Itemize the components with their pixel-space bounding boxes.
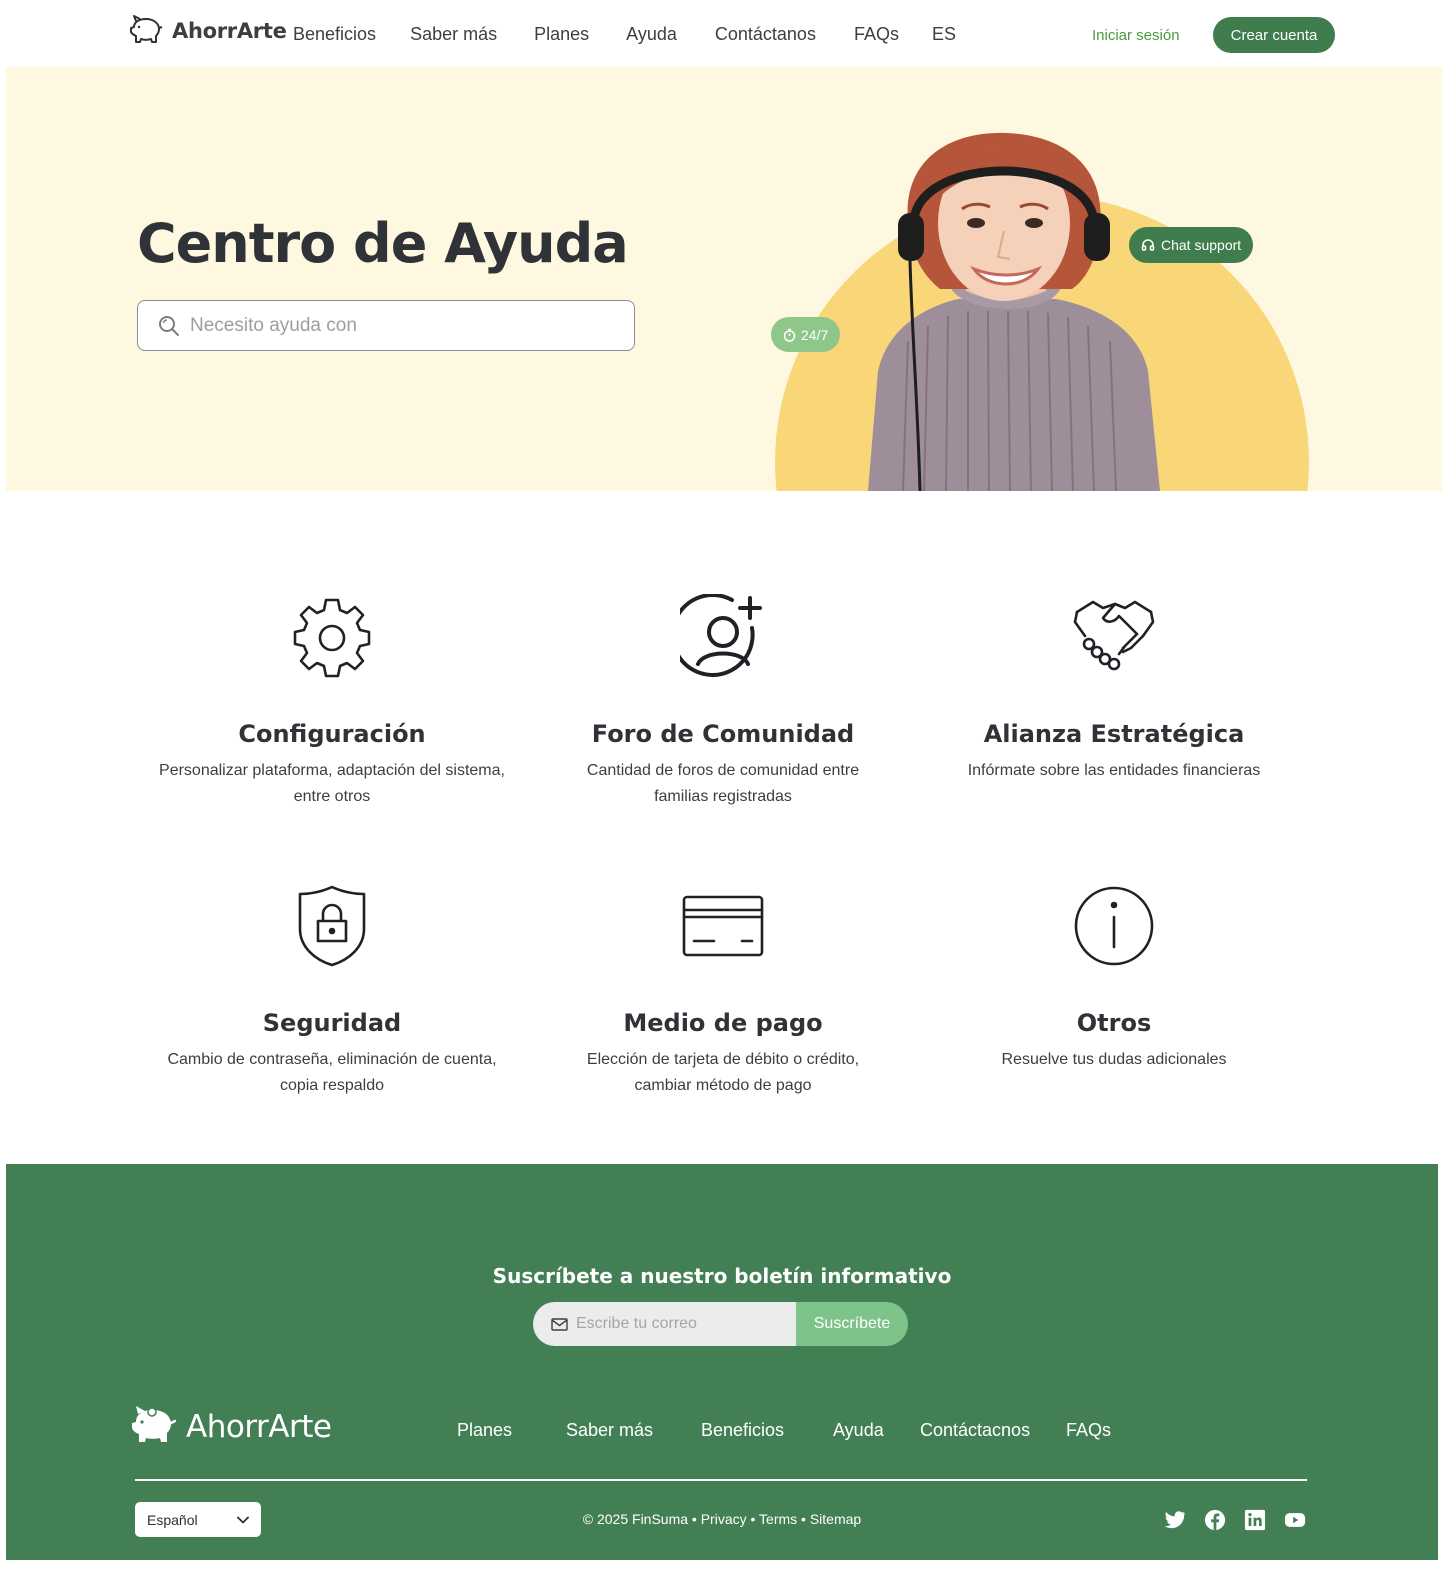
- facebook-icon[interactable]: [1204, 1509, 1226, 1531]
- brand-name: AhorrArte: [172, 19, 287, 43]
- hero-section: Centro de Ayuda Necesito ayuda con Chat …: [6, 67, 1442, 491]
- footer-link-beneficios[interactable]: Beneficios: [701, 1420, 784, 1441]
- footer-link-ayuda[interactable]: Ayuda: [833, 1420, 884, 1441]
- nav-link-faqs[interactable]: FAQs: [854, 24, 899, 45]
- category-title: Alianza Estratégica: [983, 720, 1245, 748]
- footer-link-contactanos[interactable]: Contáctacnos: [920, 1420, 1030, 1441]
- brand-logo[interactable]: AhorrArte: [128, 14, 287, 48]
- signup-button[interactable]: Crear cuenta: [1213, 17, 1335, 53]
- linkedin-icon[interactable]: [1244, 1509, 1266, 1531]
- chat-support-label: Chat support: [1161, 237, 1242, 253]
- newsletter-email-field[interactable]: [533, 1302, 796, 1346]
- category-title: Otros: [1076, 1009, 1152, 1037]
- footer-brand-name: AhorrArte: [186, 1409, 332, 1445]
- nav-link-saber-mas[interactable]: Saber más: [410, 24, 497, 45]
- footer-link-faqs[interactable]: FAQs: [1066, 1420, 1111, 1441]
- twitter-icon[interactable]: [1164, 1509, 1186, 1531]
- category-medio-pago[interactable]: Medio de pago Elección de tarjeta de déb…: [528, 883, 918, 1099]
- headset-icon: [1141, 239, 1155, 251]
- nav-link-contactanos[interactable]: Contáctanos: [715, 24, 816, 45]
- category-title: Seguridad: [262, 1009, 402, 1037]
- footer-link-saber-mas[interactable]: Saber más: [566, 1420, 653, 1441]
- footer: Suscríbete a nuestro boletín informativo…: [6, 1164, 1438, 1560]
- info-icon: [1074, 886, 1154, 966]
- category-description: Resuelve tus dudas adicionales: [1001, 1051, 1227, 1068]
- language-switch[interactable]: ES: [932, 24, 956, 45]
- youtube-icon[interactable]: [1284, 1509, 1306, 1531]
- category-seguridad[interactable]: Seguridad Cambio de contraseña, eliminac…: [137, 883, 527, 1099]
- chat-support-badge[interactable]: Chat support: [1129, 227, 1254, 263]
- footer-divider: [135, 1479, 1307, 1481]
- category-title: Configuración: [238, 720, 426, 748]
- main-nav: Beneficios Saber más Planes Ayuda Contác…: [293, 24, 956, 45]
- page: AhorrArte Beneficios Saber más Planes Ay…: [6, 0, 1442, 1573]
- stopwatch-icon: [783, 328, 796, 342]
- footer-brand[interactable]: AhorrArte: [128, 1404, 332, 1450]
- piggy-bank-icon: [130, 15, 163, 43]
- newsletter-title: Suscríbete a nuestro boletín informativo: [492, 1264, 952, 1288]
- category-foro-comunidad[interactable]: Foro de Comunidad Cantidad de foros de c…: [528, 594, 918, 810]
- mail-icon: [551, 1317, 568, 1331]
- newsletter-email-input[interactable]: [576, 1315, 786, 1333]
- category-alianza-estrategica[interactable]: Alianza Estratégica Infórmate sobre las …: [919, 594, 1309, 784]
- availability-label: 24/7: [801, 326, 829, 343]
- availability-badge: 24/7: [771, 317, 841, 352]
- user-add-icon: [680, 594, 762, 677]
- category-description: Cantidad de foros de comunidad entre fami…: [586, 762, 860, 805]
- category-description: Cambio de contraseña, eliminación de cue…: [167, 1051, 497, 1094]
- support-agent-image: [868, 132, 1160, 491]
- nav-link-ayuda[interactable]: Ayuda: [626, 24, 677, 45]
- login-link[interactable]: Iniciar sesión: [1092, 27, 1180, 44]
- search-input[interactable]: [190, 314, 610, 337]
- category-configuracion[interactable]: Configuración Personalizar plataforma, a…: [137, 594, 527, 810]
- gear-icon: [293, 598, 371, 678]
- help-search[interactable]: [137, 300, 635, 351]
- category-description: Infórmate sobre las entidades financiera…: [967, 762, 1261, 779]
- subscribe-button[interactable]: Suscríbete: [796, 1302, 908, 1346]
- category-title: Medio de pago: [623, 1009, 823, 1037]
- footer-link-planes[interactable]: Planes: [457, 1420, 512, 1441]
- shield-lock-icon: [298, 885, 366, 967]
- category-otros[interactable]: Otros Resuelve tus dudas adicionales: [919, 883, 1309, 1073]
- category-description: Elección de tarjeta de débito o crédito,…: [586, 1051, 860, 1094]
- top-navbar: AhorrArte Beneficios Saber más Planes Ay…: [6, 0, 1442, 67]
- newsletter-form: Suscríbete: [533, 1302, 908, 1346]
- handshake-icon: [1073, 600, 1155, 671]
- nav-link-beneficios[interactable]: Beneficios: [293, 24, 376, 45]
- category-description: Personalizar plataforma, adaptación del …: [159, 762, 505, 805]
- social-links: [1164, 1509, 1306, 1531]
- page-title: Centro de Ayuda: [137, 212, 629, 275]
- credit-card-icon: [682, 895, 764, 957]
- category-title: Foro de Comunidad: [591, 720, 855, 748]
- search-icon: [159, 315, 179, 336]
- nav-link-planes[interactable]: Planes: [534, 24, 589, 45]
- piggy-bank-icon: [132, 1406, 176, 1442]
